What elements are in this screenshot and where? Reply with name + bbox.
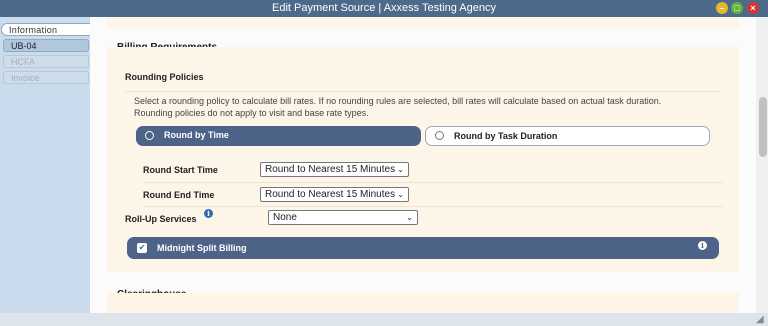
roll-up-services-value: None (273, 212, 297, 223)
status-bar (0, 313, 768, 326)
round-by-time-option[interactable]: Round by Time (136, 126, 421, 146)
scrollbar-thumb[interactable] (759, 97, 767, 157)
resize-grip-icon[interactable]: ◢ (756, 314, 764, 325)
round-start-time-value: Round to Nearest 15 Minutes (265, 164, 396, 175)
tab-ub-04[interactable]: UB-04 (3, 39, 89, 52)
chevron-down-icon: ⌄ (397, 190, 404, 199)
rounding-description-line1: Select a rounding policy to calculate bi… (134, 96, 662, 106)
round-by-task-duration-option[interactable]: Round by Task Duration (425, 126, 710, 146)
vertical-scrollbar[interactable] (756, 17, 768, 313)
tab-invoice: Invoice (3, 71, 89, 84)
maximize-button[interactable]: □ (731, 2, 743, 14)
round-end-time-value: Round to Nearest 15 Minutes (265, 189, 396, 200)
minimize-button[interactable]: – (716, 2, 728, 14)
divider (143, 182, 723, 183)
rounding-description-line2: Rounding policies do not apply to visit … (134, 108, 369, 118)
checkbox-checked-icon[interactable]: ✔ (137, 243, 147, 253)
divider (125, 91, 721, 92)
previous-section-panel (107, 17, 739, 29)
radio-unselected-icon (435, 131, 444, 140)
window-titlebar: Edit Payment Source | Axxess Testing Age… (0, 0, 768, 17)
sidebar: Information UB-04 HCFA Invoice (0, 17, 90, 326)
midnight-split-billing-label: Midnight Split Billing (157, 243, 247, 253)
round-end-time-label: Round End Time (143, 190, 215, 200)
billing-requirements-panel: Rounding Policies Select a rounding poli… (107, 47, 739, 272)
chevron-down-icon: ⌄ (397, 165, 404, 174)
round-start-time-select[interactable]: Round to Nearest 15 Minutes ⌄ (260, 162, 409, 177)
divider (143, 206, 723, 207)
radio-selected-icon (145, 131, 154, 140)
roll-up-services-select[interactable]: None ⌄ (268, 210, 418, 225)
info-icon[interactable]: i (698, 241, 707, 250)
roll-up-services-label: Roll-Up Services (125, 214, 197, 224)
clearinghouse-panel (107, 293, 739, 313)
chevron-down-icon: ⌄ (406, 213, 413, 222)
tab-hcfa: HCFA (3, 55, 89, 68)
round-end-time-select[interactable]: Round to Nearest 15 Minutes ⌄ (260, 187, 409, 202)
round-by-time-label: Round by Time (164, 130, 229, 140)
round-start-time-label: Round Start Time (143, 165, 218, 175)
main-content: Billing Requirements Rounding Policies S… (90, 17, 756, 313)
midnight-split-billing-toggle[interactable]: ✔ Midnight Split Billing i (127, 237, 719, 259)
tab-information[interactable]: Information (1, 23, 90, 36)
round-by-task-duration-label: Round by Task Duration (454, 131, 558, 141)
rounding-policies-heading: Rounding Policies (125, 72, 204, 82)
close-button[interactable]: × (747, 2, 759, 14)
info-icon[interactable]: i (204, 209, 213, 218)
window-title: Edit Payment Source | Axxess Testing Age… (272, 2, 496, 14)
